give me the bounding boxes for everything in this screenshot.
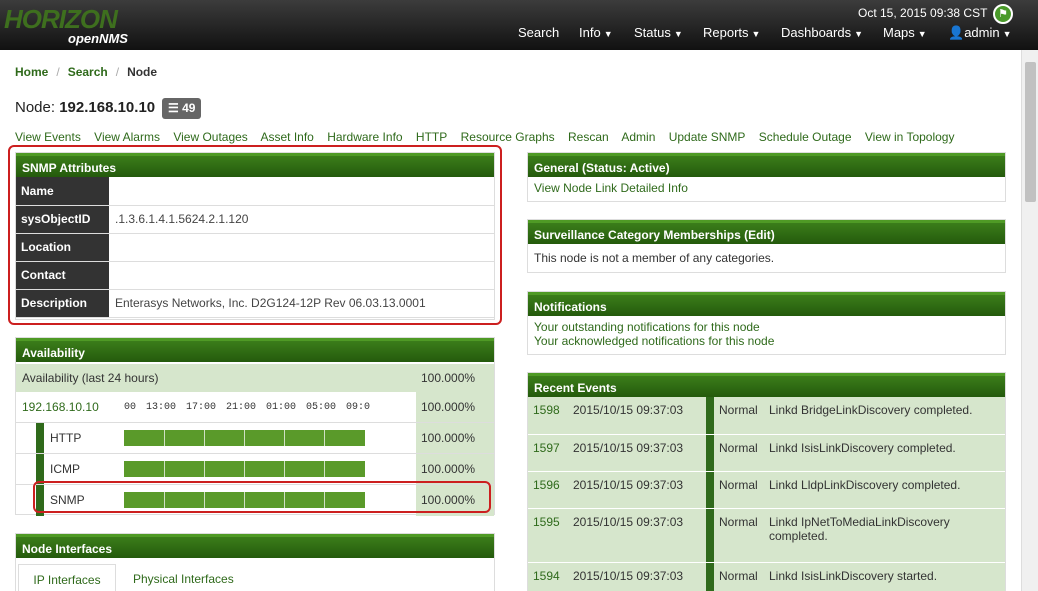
link-http[interactable]: HTTP — [416, 130, 447, 144]
breadcrumb: Home / Search / Node — [15, 65, 158, 79]
page-scrollbar[interactable] — [1021, 50, 1038, 591]
table-row: 1596 2015/10/15 09:37:03 Normal Linkd LldpL… — [528, 471, 1005, 509]
timeline-tick — [324, 461, 325, 477]
server-clock: Oct 15, 2015 09:38 CST — [858, 6, 988, 20]
surveillance-panel: Surveillance Category Memberships (Edit)… — [527, 219, 1006, 273]
user-icon: 👤 — [948, 25, 965, 40]
availability-bar — [124, 461, 365, 477]
view-node-link-detail[interactable]: View Node Link Detailed Info — [534, 181, 688, 195]
nav-status[interactable]: Status ▼ — [634, 25, 683, 40]
recent-events-panel: Recent Events 1598 2015/10/15 09:37:03 Nor… — [527, 372, 1006, 591]
acknowledged-notifications-link[interactable]: Your acknowledged notifications for this… — [534, 334, 999, 348]
timeline-tick — [244, 430, 245, 446]
panel-title: Recent Events — [528, 373, 1005, 397]
node-interfaces-panel: Node Interfaces IP Interfaces Physical I… — [15, 533, 495, 591]
nav-user[interactable]: 👤admin ▼ — [948, 25, 1012, 41]
link-update-snmp[interactable]: Update SNMP — [669, 130, 746, 144]
horizon-logo[interactable]: HORIZON openNMS — [4, 4, 134, 46]
node-action-links: View Events View Alarms View Outages Ass… — [15, 130, 964, 144]
nav-search[interactable]: Search — [518, 25, 559, 40]
top-navbar: HORIZON openNMS Oct 15, 2015 09:38 CST ⚑… — [0, 0, 1038, 50]
link-admin[interactable]: Admin — [621, 130, 655, 144]
nav-dashboards[interactable]: Dashboards ▼ — [781, 25, 863, 40]
page-title: Node: 192.168.10.10 — [15, 99, 156, 116]
availability-summary-row: Availability (last 24 hours) 100.000% — [16, 364, 494, 392]
caret-down-icon: ▼ — [751, 29, 761, 39]
table-row: 1597 2015/10/15 09:37:03 Normal Linkd IsisL… — [528, 434, 1005, 472]
link-view-outages[interactable]: View Outages — [173, 130, 248, 144]
timeline-tick — [164, 430, 165, 446]
general-panel: General (Status: Active) View Node Link … — [527, 152, 1006, 202]
summary-label: Availability (last 24 hours) — [22, 371, 159, 385]
bell-icon[interactable]: ⚑ — [993, 4, 1013, 24]
outstanding-notifications-link[interactable]: Your outstanding notifications for this … — [534, 320, 999, 334]
link-asset-info[interactable]: Asset Info — [260, 130, 313, 144]
caret-down-icon: ▼ — [854, 29, 864, 39]
link-resource-graphs[interactable]: Resource Graphs — [461, 130, 555, 144]
timeline-tick — [324, 430, 325, 446]
scrollbar-thumb[interactable] — [1025, 62, 1036, 202]
service-pct: 100.000% — [416, 423, 494, 454]
timeline-tick — [244, 461, 245, 477]
link-rescan[interactable]: Rescan — [568, 130, 609, 144]
highlight-box — [8, 145, 502, 325]
breadcrumb-search[interactable]: Search — [68, 65, 108, 79]
summary-pct: 100.000% — [421, 371, 476, 385]
timeline-tick — [284, 430, 285, 446]
availability-bar — [124, 430, 365, 446]
tab-ip-interfaces[interactable]: IP Interfaces — [18, 564, 116, 591]
nav-info[interactable]: Info ▼ — [579, 25, 613, 40]
table-row: 1594 2015/10/15 09:37:03 Normal Linkd IsisL… — [528, 562, 1005, 591]
ip-row: 192.168.10.10 00 13:00 17:00 21:00 01:00… — [16, 392, 494, 422]
notifications-panel: Notifications Your outstanding notificat… — [527, 291, 1006, 355]
caret-down-icon: ▼ — [603, 29, 613, 39]
breadcrumb-home[interactable]: Home — [15, 65, 48, 79]
link-view-events[interactable]: View Events — [15, 130, 81, 144]
breadcrumb-current: Node — [127, 65, 158, 79]
panel-title: Node Interfaces — [16, 534, 494, 558]
service-row-icmp: ICMP 100.000% — [16, 453, 494, 485]
service-row-http: HTTP 100.000% — [16, 422, 494, 454]
surveillance-text: This node is not a member of any categor… — [534, 251, 775, 265]
link-view-alarms[interactable]: View Alarms — [94, 130, 160, 144]
timeline-tick — [164, 461, 165, 477]
ip-link[interactable]: 192.168.10.10 — [16, 400, 99, 414]
highlight-box — [33, 481, 491, 513]
timeline-tick — [284, 461, 285, 477]
table-row: 1598 2015/10/15 09:37:03 Normal Linkd Bridg… — [528, 397, 1005, 435]
ip-pct: 100.000% — [416, 392, 494, 422]
database-icon: ☰ — [168, 101, 179, 115]
panel-title: Notifications — [528, 292, 1005, 316]
link-schedule-outage[interactable]: Schedule Outage — [759, 130, 852, 144]
timeline-labels: 00 13:00 17:00 21:00 01:00 05:00 09:0 — [124, 402, 371, 413]
logo-subtext: openNMS — [68, 31, 128, 46]
panel-title: Availability — [16, 338, 494, 362]
panel-title: General (Status: Active) — [528, 153, 1005, 177]
table-row: 1595 2015/10/15 09:37:03 Normal Linkd IpNet… — [528, 508, 1005, 563]
panel-title[interactable]: Surveillance Category Memberships (Edit) — [528, 220, 1005, 244]
service-name[interactable]: HTTP — [50, 423, 81, 454]
timeline-tick — [204, 461, 205, 477]
tab-physical-interfaces[interactable]: Physical Interfaces — [133, 564, 234, 591]
resource-count-badge[interactable]: ☰ 49 — [162, 98, 202, 119]
timeline-tick — [204, 430, 205, 446]
caret-down-icon: ▼ — [1002, 29, 1012, 39]
nav-maps[interactable]: Maps ▼ — [883, 25, 927, 40]
link-view-in-topology[interactable]: View in Topology — [865, 130, 955, 144]
caret-down-icon: ▼ — [917, 29, 927, 39]
caret-down-icon: ▼ — [673, 29, 683, 39]
nav-reports[interactable]: Reports ▼ — [703, 25, 760, 40]
link-hardware-info[interactable]: Hardware Info — [327, 130, 402, 144]
